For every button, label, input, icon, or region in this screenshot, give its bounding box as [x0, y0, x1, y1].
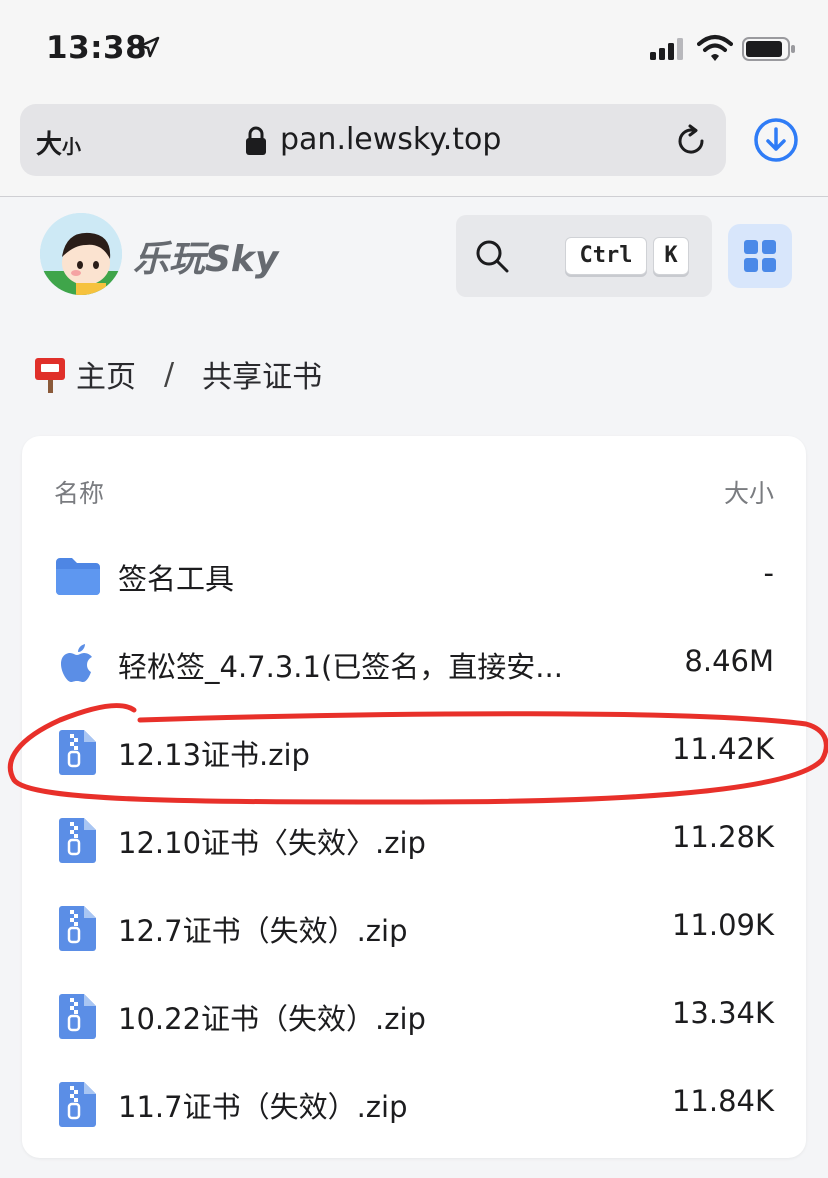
shortcut-key-k: K: [653, 237, 689, 275]
text-size-button[interactable]: 大小: [36, 124, 81, 161]
breadcrumb: 主页 / 共享证书: [32, 352, 322, 396]
breadcrumb-current: 共享证书: [202, 360, 323, 395]
breadcrumb-separator: /: [164, 356, 175, 392]
file-row[interactable]: 11.7证书（失效）.zip 11.84K: [54, 1060, 774, 1148]
grid-icon-cell: [762, 258, 776, 272]
zip-file-icon: [59, 818, 96, 863]
site-logo-avatar[interactable]: [40, 213, 122, 295]
location-arrow-icon: [138, 36, 160, 58]
file-row[interactable]: 12.7证书（失效）.zip 11.09K: [54, 884, 774, 972]
grid-view-button[interactable]: [728, 224, 792, 288]
mailbox-icon: [35, 358, 65, 393]
breadcrumb-home[interactable]: 主页: [76, 352, 136, 396]
lock-icon: [246, 126, 266, 155]
file-row[interactable]: 10.22证书（失效）.zip 13.34K: [54, 972, 774, 1060]
file-list-header: 名称 大小: [54, 474, 774, 510]
browser-toolbar: 大小 pan.lewsky.top: [0, 96, 828, 197]
zip-file-icon: [59, 1082, 96, 1127]
column-header-name[interactable]: 名称: [54, 479, 104, 508]
column-header-size[interactable]: 大小: [724, 474, 774, 510]
file-size: 11.28K: [671, 820, 774, 854]
site-title[interactable]: 乐玩Sky: [133, 230, 278, 282]
file-size: 11.09K: [671, 908, 774, 942]
status-time: 13:38: [46, 30, 148, 66]
file-name: 12.7证书（失效）.zip: [118, 914, 408, 948]
address-bar[interactable]: 大小 pan.lewsky.top: [20, 104, 726, 176]
file-size: 11.42K: [671, 732, 774, 766]
zip-file-icon: [59, 906, 96, 951]
text-size-small-label: 小: [62, 136, 82, 158]
apple-icon: [61, 644, 92, 682]
file-name: 12.13证书.zip: [118, 738, 310, 772]
status-bar: 13:38: [0, 0, 828, 96]
wifi-icon: [697, 35, 733, 61]
file-size: 13.34K: [671, 996, 774, 1030]
file-name: 10.22证书（失效）.zip: [118, 1002, 426, 1036]
file-name: 11.7证书（失效）.zip: [118, 1090, 408, 1124]
file-row[interactable]: 签名工具 -: [54, 532, 774, 620]
zip-file-icon: [59, 730, 96, 775]
file-size: 8.46M: [684, 644, 774, 678]
cartoon-boy-icon: [40, 213, 122, 295]
grid-icon-cell: [744, 258, 758, 272]
file-name: 轻松签_4.7.3.1(已签名，直接安...: [118, 650, 563, 684]
file-row[interactable]: 轻松签_4.7.3.1(已签名，直接安... 8.46M: [54, 620, 774, 708]
download-icon[interactable]: [752, 116, 800, 164]
file-row[interactable]: 12.10证书〈失效〉.zip 11.28K: [54, 796, 774, 884]
search-icon: [476, 240, 509, 273]
url-text: pan.lewsky.top: [280, 122, 502, 157]
file-name: 签名工具: [118, 562, 235, 596]
file-size: -: [763, 556, 774, 590]
folder-icon: [56, 558, 100, 595]
shortcut-key-ctrl: Ctrl: [565, 237, 647, 275]
file-row[interactable]: 12.13证书.zip 11.42K: [54, 708, 774, 796]
file-size: 11.84K: [671, 1084, 774, 1118]
file-list: 名称 大小 签名工具 - 轻松签_4.7.3.1(已签名，直接安... 8.46…: [22, 436, 806, 1158]
battery-icon: [742, 37, 795, 61]
reload-icon[interactable]: [674, 124, 708, 158]
grid-icon-cell: [762, 240, 776, 254]
file-name: 12.10证书〈失效〉.zip: [118, 826, 426, 860]
zip-file-icon: [59, 994, 96, 1039]
text-size-large-label: 大: [36, 130, 63, 160]
cellular-signal-icon: [650, 38, 683, 60]
grid-icon: [744, 240, 758, 254]
